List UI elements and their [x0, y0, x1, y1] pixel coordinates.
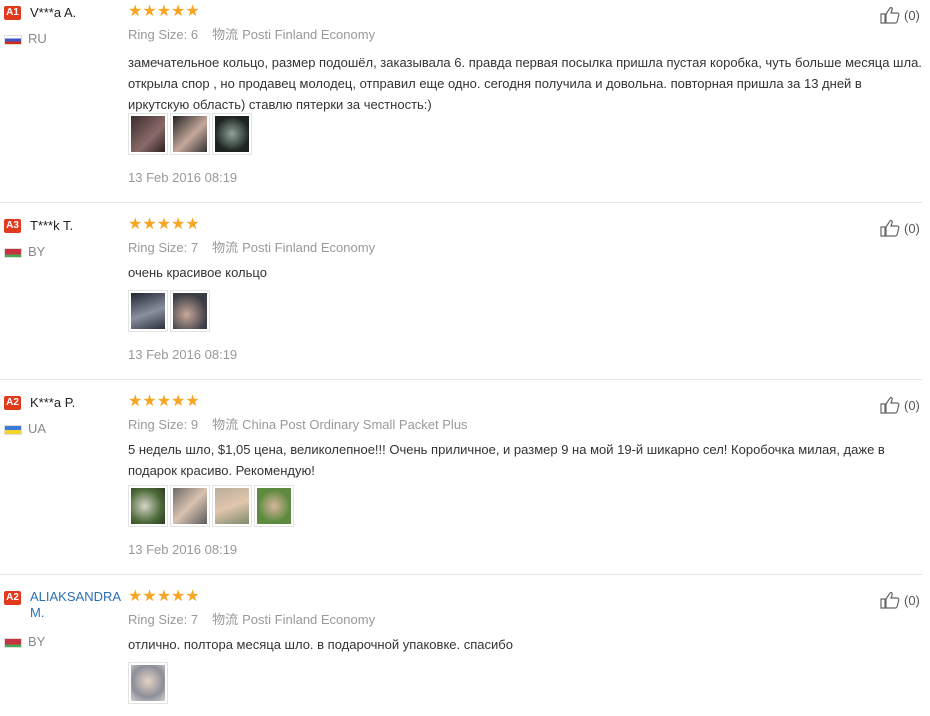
logistics-icon: 物流 — [212, 417, 239, 432]
review-text: отлично. полтора месяца шло. в подарочно… — [128, 637, 513, 652]
review-text: замечательное кольцо, размер подошёл, за… — [128, 55, 922, 112]
star-icon: ★ — [171, 216, 186, 233]
star-icon: ★ — [156, 216, 172, 233]
thumbs-up-icon — [880, 7, 900, 24]
helpful-button[interactable]: (0) — [880, 396, 920, 414]
review-date: 13 Feb 2016 08:19 — [128, 542, 238, 557]
star-icon: ★ — [142, 588, 157, 605]
star-icon: ★ — [185, 216, 200, 233]
reviewer-name[interactable]: ALIAKSANDRA M. — [30, 589, 120, 621]
review-photos — [128, 662, 170, 706]
review-meta: Ring Size: 7 物流 Posti Finland Economy — [128, 240, 376, 255]
star-icon: ★ — [156, 3, 172, 20]
thumbs-up-icon — [880, 220, 900, 237]
review-photo[interactable] — [212, 485, 252, 527]
flag-by-icon — [4, 637, 22, 648]
review-photo[interactable] — [212, 113, 252, 155]
review-meta: Ring Size: 7 物流 Posti Finland Economy — [128, 612, 376, 627]
star-icon: ★ — [171, 393, 186, 410]
review-photos — [128, 485, 296, 529]
star-icon: ★ — [128, 216, 143, 233]
star-icon: ★ — [128, 3, 143, 20]
star-icon: ★ — [128, 588, 143, 605]
star-icon: ★ — [156, 588, 172, 605]
divider — [0, 574, 922, 575]
rating-stars: ★★★★★ — [128, 217, 200, 233]
reviewer-name: K***a P. — [30, 395, 76, 410]
divider — [0, 379, 922, 380]
rating-stars: ★★★★★ — [128, 394, 200, 410]
review-photo[interactable] — [128, 485, 168, 527]
review-photo[interactable] — [170, 113, 210, 155]
flag-ru-icon — [4, 34, 22, 45]
flag-by-icon — [4, 247, 22, 258]
review-text: очень красивое кольцо — [128, 265, 267, 280]
star-icon: ★ — [185, 588, 200, 605]
review-date: 13 Feb 2016 08:19 — [128, 170, 238, 185]
review-date: 13 Feb 2016 08:19 — [128, 347, 238, 362]
reviewer-country: BY — [4, 635, 45, 649]
star-icon: ★ — [185, 393, 200, 410]
star-icon: ★ — [142, 216, 157, 233]
star-icon: ★ — [171, 3, 186, 20]
reviewer-country: RU — [4, 32, 47, 46]
rating-stars: ★★★★★ — [128, 589, 200, 605]
reviewer-name: T***k T. — [30, 218, 74, 233]
review-photo[interactable] — [128, 662, 168, 704]
rating-stars: ★★★★★ — [128, 4, 200, 20]
helpful-button[interactable]: (0) — [880, 219, 920, 237]
review-text: 5 недель шло, $1,05 цена, великолепное!!… — [128, 442, 885, 478]
helpful-button[interactable]: (0) — [880, 6, 920, 24]
divider — [0, 202, 922, 203]
thumbs-up-icon — [880, 592, 900, 609]
review-photos — [128, 113, 254, 157]
logistics-icon: 物流 — [212, 27, 239, 42]
reviewer-name: V***a A. — [30, 5, 77, 20]
star-icon: ★ — [142, 3, 157, 20]
review-photo[interactable] — [170, 485, 210, 527]
review-photo[interactable] — [128, 290, 168, 332]
star-icon: ★ — [128, 393, 143, 410]
reviewer-country: UA — [4, 422, 46, 436]
star-icon: ★ — [142, 393, 157, 410]
star-icon: ★ — [156, 393, 172, 410]
buyer-level-badge: A3 — [4, 219, 21, 233]
thumbs-up-icon — [880, 397, 900, 414]
helpful-button[interactable]: (0) — [880, 591, 920, 609]
flag-ua-icon — [4, 424, 22, 435]
buyer-level-badge: A2 — [4, 591, 21, 605]
review-meta: Ring Size: 6 物流 Posti Finland Economy — [128, 27, 376, 42]
logistics-icon: 物流 — [212, 240, 239, 255]
review-meta: Ring Size: 9 物流 China Post Ordinary Small … — [128, 417, 468, 432]
review-photo[interactable] — [128, 113, 168, 155]
star-icon: ★ — [185, 3, 200, 20]
buyer-level-badge: A2 — [4, 396, 21, 410]
buyer-level-badge: A1 — [4, 6, 21, 20]
review-photo[interactable] — [170, 290, 210, 332]
reviewer-country: BY — [4, 245, 45, 259]
logistics-icon: 物流 — [212, 612, 239, 627]
star-icon: ★ — [171, 588, 186, 605]
review-photo[interactable] — [254, 485, 294, 527]
review-photos — [128, 290, 212, 334]
